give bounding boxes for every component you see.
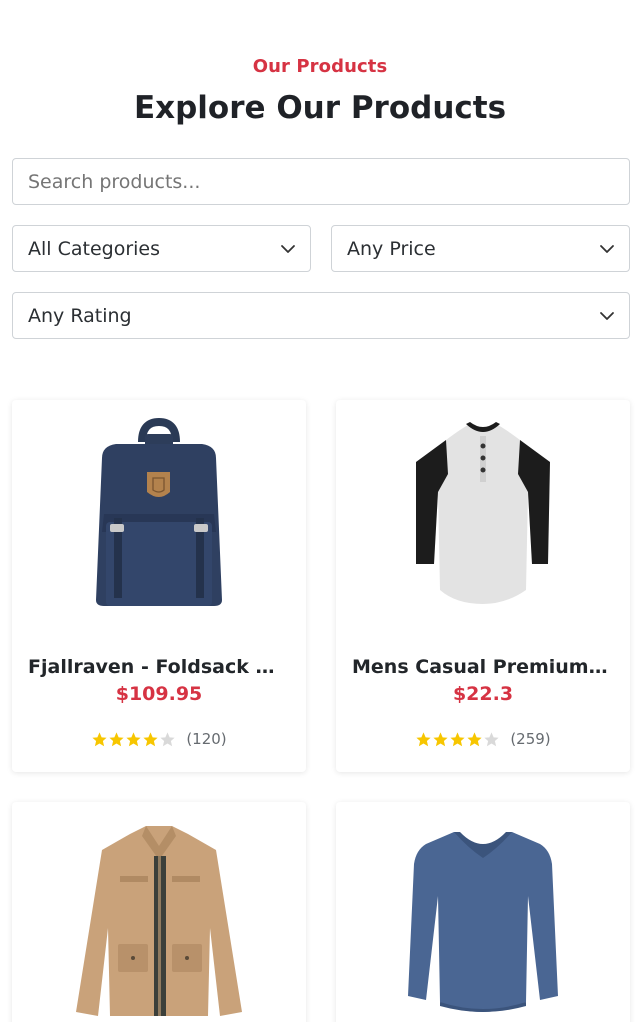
chevron-down-icon xyxy=(281,245,295,253)
product-card[interactable]: Fjallraven - Foldsack No. 1 Backpack, Fi… xyxy=(12,400,306,772)
rating-select-value: Any Rating xyxy=(28,304,132,327)
rating-select[interactable]: Any Rating xyxy=(12,292,630,339)
star-icon xyxy=(143,731,158,746)
star-icon xyxy=(433,731,448,746)
product-card[interactable] xyxy=(336,802,630,1022)
section-eyebrow: Our Products xyxy=(252,56,388,77)
category-select[interactable]: All Categories xyxy=(12,225,311,272)
product-name[interactable]: Mens Casual Premium Slim Fit T-Shirts xyxy=(352,656,614,678)
product-rating: (120) xyxy=(12,730,306,748)
page-title: Explore Our Products xyxy=(133,90,507,126)
product-name[interactable]: Fjallraven - Foldsack No. 1 Backpack, Fi… xyxy=(28,656,290,678)
star-icon xyxy=(109,731,124,746)
star-icon xyxy=(126,731,141,746)
category-select-value: All Categories xyxy=(28,237,161,260)
star-icon xyxy=(467,731,482,746)
star-icon xyxy=(416,731,431,746)
star-icon xyxy=(160,731,175,746)
rating-count: (259) xyxy=(510,730,551,748)
price-select-value: Any Price xyxy=(347,237,436,260)
cotton-jacket-image xyxy=(76,826,242,1016)
products-page: Our Products Explore Our Products All Ca… xyxy=(0,0,640,1022)
star-icon xyxy=(450,731,465,746)
product-price: $109.95 xyxy=(115,683,203,705)
star-icon xyxy=(484,731,499,746)
henley-shirt-image xyxy=(416,422,550,604)
long-sleeve-shirt-image xyxy=(408,832,558,1012)
chevron-down-icon xyxy=(600,245,614,253)
product-rating: (259) xyxy=(336,730,630,748)
rating-count: (120) xyxy=(186,730,227,748)
product-card[interactable] xyxy=(12,802,306,1022)
price-select[interactable]: Any Price xyxy=(331,225,630,272)
chevron-down-icon xyxy=(600,312,614,320)
product-price: $22.3 xyxy=(452,683,514,705)
backpack-image xyxy=(96,417,222,606)
star-icon xyxy=(92,731,107,746)
product-card[interactable]: Mens Casual Premium Slim Fit T-Shirts $2… xyxy=(336,400,630,772)
search-input[interactable] xyxy=(12,158,630,205)
